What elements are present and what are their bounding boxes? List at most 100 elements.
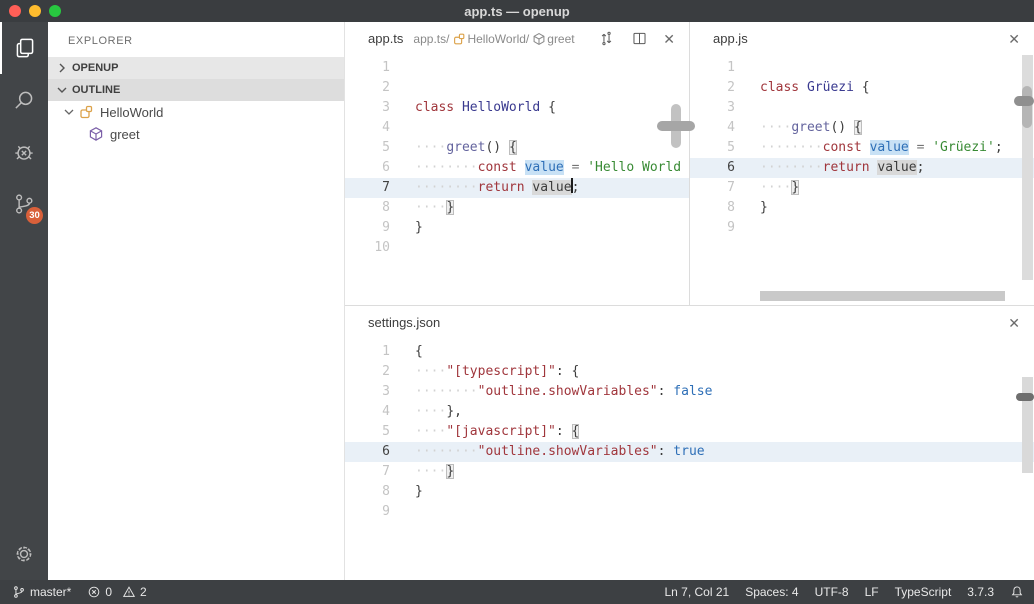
- code-line-5[interactable]: 5 ····greet() {: [345, 138, 689, 158]
- breadcrumb-method[interactable]: greet: [529, 32, 574, 46]
- outline-item-greet[interactable]: greet: [48, 123, 344, 145]
- vertical-scrollbar-track-settings[interactable]: [1022, 377, 1033, 473]
- compare-changes-icon[interactable]: [597, 30, 615, 48]
- outline-item-helloworld[interactable]: HelloWorld: [48, 101, 344, 123]
- horizontal-scrollbar-app-js[interactable]: [760, 291, 1005, 301]
- status-problems[interactable]: 0 2: [87, 585, 146, 599]
- code-line-4[interactable]: 4: [345, 118, 689, 138]
- line-number[interactable]: 8: [345, 198, 390, 218]
- code-line-5[interactable]: 5········const value = 'Grüezi';: [690, 138, 1034, 158]
- breadcrumb-class[interactable]: HelloWorld/: [449, 32, 529, 46]
- line-number[interactable]: 8: [690, 198, 735, 218]
- line-number[interactable]: 9: [690, 218, 735, 238]
- breadcrumb-file[interactable]: app.ts/: [413, 32, 449, 46]
- line-number[interactable]: 2: [345, 78, 390, 98]
- tab-app-js[interactable]: app.js: [713, 31, 748, 46]
- activity-item-search[interactable]: [0, 74, 48, 126]
- line-number[interactable]: 7: [345, 178, 390, 198]
- code-line-2[interactable]: 2: [345, 78, 689, 98]
- code-line-7[interactable]: 7····}: [690, 178, 1034, 198]
- status-branch[interactable]: master*: [12, 585, 71, 599]
- zoom-window-button[interactable]: [49, 5, 61, 17]
- code-area-app-js: 12class Grüezi {34····greet() {5········…: [690, 55, 1034, 238]
- code-line-2[interactable]: 2····"[typescript]": {: [345, 362, 1034, 382]
- minimize-window-button[interactable]: [29, 5, 41, 17]
- line-number[interactable]: 4: [345, 402, 390, 422]
- activity-item-source-control[interactable]: 30: [0, 178, 48, 230]
- code-line-3[interactable]: 3········"outline.showVariables": false: [345, 382, 1034, 402]
- code-line-7[interactable]: 7········return value;: [345, 178, 689, 198]
- code-line-4[interactable]: 4····},: [345, 402, 1034, 422]
- code-line-1[interactable]: 1: [690, 58, 1034, 78]
- line-number[interactable]: 2: [345, 362, 390, 382]
- line-number[interactable]: 9: [345, 218, 390, 238]
- status-notifications[interactable]: [1010, 585, 1024, 599]
- line-number[interactable]: 4: [345, 118, 390, 138]
- sash-handle-app-js[interactable]: [1014, 96, 1034, 106]
- tab-settings-json[interactable]: settings.json: [368, 315, 440, 330]
- line-number[interactable]: 8: [345, 482, 390, 502]
- code-line-9[interactable]: 9}: [345, 218, 689, 238]
- code-line-8[interactable]: 8}: [690, 198, 1034, 218]
- code-line-5[interactable]: 5····"[javascript]": {: [345, 422, 1034, 442]
- vertical-scrollbar-slider-settings[interactable]: [1016, 393, 1034, 401]
- line-number[interactable]: 2: [690, 78, 735, 98]
- code-line-6[interactable]: 6········"outline.showVariables": true: [345, 442, 1034, 462]
- close-editor-icon[interactable]: ✕: [1008, 32, 1020, 46]
- code-line-6[interactable]: 6········return value;: [690, 158, 1034, 178]
- status-eol[interactable]: LF: [865, 585, 879, 599]
- code-line-10[interactable]: 10: [345, 238, 689, 258]
- section-outline[interactable]: OUTLINE: [48, 79, 344, 101]
- vertical-scrollbar-slider-app-js[interactable]: [1022, 86, 1032, 128]
- code-line-1[interactable]: 1: [345, 58, 689, 78]
- activity-item-explorer[interactable]: [0, 22, 48, 74]
- line-number[interactable]: 1: [345, 58, 390, 78]
- tab-app-ts[interactable]: app.ts: [368, 31, 403, 46]
- line-number[interactable]: 7: [345, 462, 390, 482]
- line-number[interactable]: 9: [345, 502, 390, 522]
- close-editor-icon[interactable]: ✕: [663, 32, 675, 46]
- section-openup[interactable]: OPENUP: [48, 57, 344, 79]
- code-line-8[interactable]: 8····}: [345, 198, 689, 218]
- code-line-1[interactable]: 1{: [345, 342, 1034, 362]
- code-line-3[interactable]: 3: [690, 98, 1034, 118]
- close-editor-icon[interactable]: ✕: [1008, 316, 1020, 330]
- code-line-8[interactable]: 8}: [345, 482, 1034, 502]
- line-number[interactable]: 5: [345, 138, 390, 158]
- code-line-2[interactable]: 2class Grüezi {: [690, 78, 1034, 98]
- code-line-4[interactable]: 4····greet() {: [690, 118, 1034, 138]
- line-number[interactable]: 3: [345, 98, 390, 118]
- code-line-9[interactable]: 9: [690, 218, 1034, 238]
- line-number[interactable]: 6: [690, 158, 735, 178]
- line-number[interactable]: 5: [345, 422, 390, 442]
- activity-item-debug[interactable]: [0, 126, 48, 178]
- code-line-6[interactable]: 6········const value = 'Hello World: [345, 158, 689, 178]
- sash-handle-app-ts[interactable]: [657, 121, 695, 131]
- code-line-9[interactable]: 9: [345, 502, 1034, 522]
- vscode-window: app.ts — openup: [0, 0, 1034, 604]
- close-window-button[interactable]: [9, 5, 21, 17]
- split-editor-icon[interactable]: [630, 30, 648, 48]
- status-ts-version[interactable]: 3.7.3: [967, 585, 994, 599]
- line-number[interactable]: 4: [690, 118, 735, 138]
- line-number[interactable]: 1: [345, 342, 390, 362]
- code-line-3[interactable]: 3 class HelloWorld {: [345, 98, 689, 118]
- line-content: class HelloWorld {: [415, 98, 556, 118]
- status-cursor-position[interactable]: Ln 7, Col 21: [664, 585, 729, 599]
- line-number[interactable]: 7: [690, 178, 735, 198]
- status-encoding[interactable]: UTF-8: [815, 585, 849, 599]
- line-number[interactable]: 3: [345, 382, 390, 402]
- line-number[interactable]: 6: [345, 442, 390, 462]
- line-number[interactable]: 1: [690, 58, 735, 78]
- activity-item-settings[interactable]: [0, 528, 48, 580]
- warning-icon: [122, 585, 136, 599]
- line-number[interactable]: 3: [690, 98, 735, 118]
- code-line-7[interactable]: 7····}: [345, 462, 1034, 482]
- line-number[interactable]: 5: [690, 138, 735, 158]
- line-number[interactable]: 6: [345, 158, 390, 178]
- line-content: ····greet() {: [415, 138, 517, 158]
- symbol-method-icon: [88, 126, 104, 142]
- line-number[interactable]: 10: [345, 238, 390, 258]
- status-indentation[interactable]: Spaces: 4: [745, 585, 798, 599]
- status-language[interactable]: TypeScript: [895, 585, 952, 599]
